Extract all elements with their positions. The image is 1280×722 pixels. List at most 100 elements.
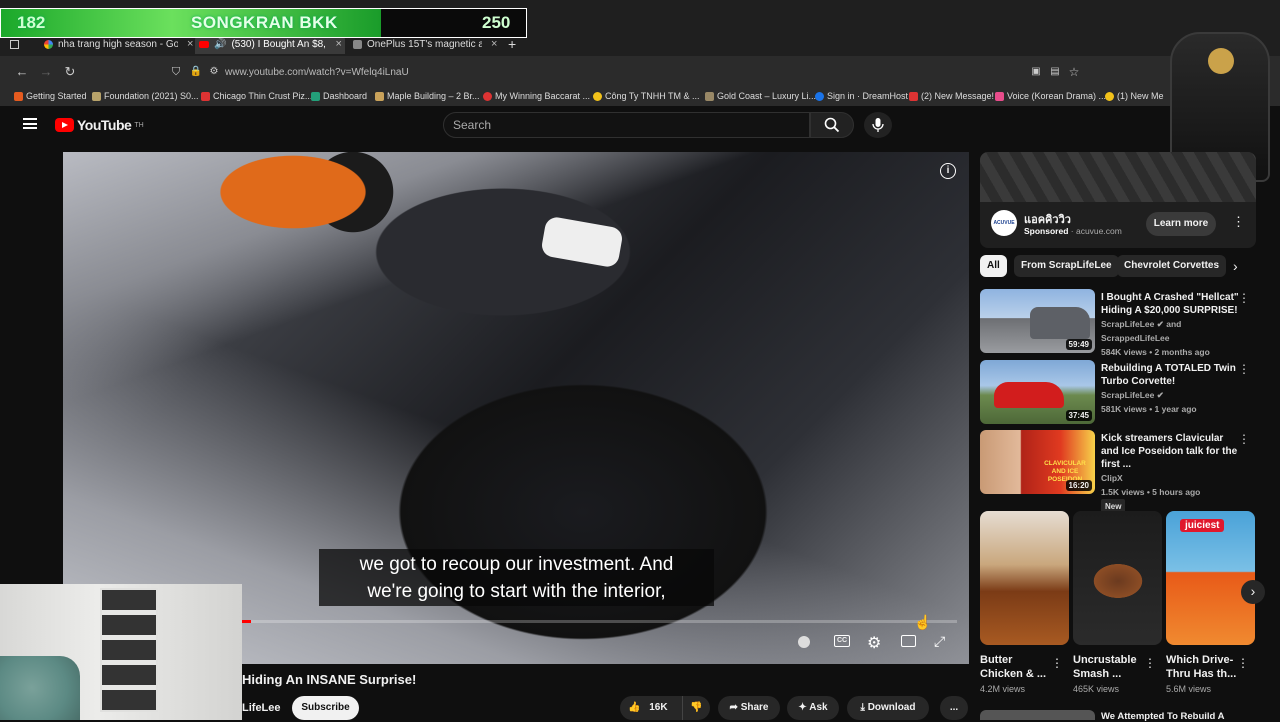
youtube-icon [199,40,209,48]
list-item[interactable]: 37:45 Rebuilding A TOTALED Twin Turbo Co… [980,360,1256,426]
reload-button[interactable]: ↻ [60,63,80,81]
bookmark-item[interactable]: Getting Started [14,91,87,101]
tab-label: OnePlus 15T's magnetic access [367,38,482,50]
youtube-logo[interactable]: YouTube TH [55,117,144,133]
short-title[interactable]: Butter Chicken & ... [980,653,1050,681]
tab-label: (530) I Bought An $8,000 C [231,38,326,50]
verified-icon: ✔ [1156,319,1164,329]
list-item[interactable]: 59:49 I Bought A Crashed "Hellcat" Hidin… [980,289,1256,357]
bookmark-item[interactable]: My Winning Baccarat ... [483,91,590,101]
channel-name[interactable]: LifeLee [242,702,281,714]
sponsored-ad-card[interactable]: ACUVUE แอคคิววิว Sponsored · acuvue.com … [980,152,1256,248]
more-options-icon[interactable]: ⋮ [1238,291,1250,305]
short-thumbnail[interactable] [1073,511,1162,645]
more-options-icon[interactable]: ⋮ [1051,656,1063,670]
bookmark-item[interactable]: Foundation (2021) S0... [92,91,199,101]
bookmark-favicon [14,91,23,101]
short-thumbnail[interactable] [980,511,1069,645]
short-title[interactable]: Which Drive-Thru Has th... [1166,653,1238,681]
video-title[interactable]: We Attempted To Rebuild A [1101,711,1225,722]
bookmark-label: Gold Coast – Luxury Li... [717,91,817,101]
voice-search-button[interactable] [864,112,892,138]
subscribe-button[interactable]: Subscribe [292,696,359,720]
like-count: 16K [649,702,668,713]
chevron-right-icon[interactable]: › [1233,258,1238,274]
settings-gear-icon[interactable]: ⚙ [867,633,881,653]
back-button[interactable]: ← [12,63,32,81]
video-title: I Bought A Crashed "Hellcat" Hiding A $2… [1101,292,1239,316]
bookmark-item[interactable]: Gold Coast – Luxury Li... [705,91,816,101]
mouse-cursor-icon: ☝ [914,614,932,630]
bookmark-item[interactable]: (2) New Message! [909,91,994,101]
more-actions-button[interactable]: ... [940,696,968,720]
thumbs-down-icon: 👎 [690,702,703,713]
bookmark-favicon [92,91,101,101]
chip-all[interactable]: All [980,255,1007,277]
bookmark-label: (2) New Message! [921,91,995,101]
fullscreen-icon[interactable]: ⤢ [934,633,945,650]
channel-name: ClipX [1101,473,1123,483]
short-title[interactable]: Uncrustable Smash ... [1073,653,1143,681]
list-item[interactable]: CLAVICULAR AND ICE POSEIDON 16:20 Kick s… [980,430,1256,514]
share-button[interactable]: ➦ Share [718,696,780,720]
youtube-wordmark: YouTube [77,117,132,133]
bookmarks-bar: Getting Started Foundation (2021) S0... … [0,88,1280,106]
forward-button[interactable]: → [36,63,56,81]
ad-menu-icon[interactable]: ⋮ [1232,214,1245,230]
close-icon[interactable]: × [187,38,193,50]
close-icon[interactable]: × [335,38,341,50]
info-icon[interactable]: i [940,163,956,179]
more-options-icon[interactable]: ⋮ [1237,656,1249,670]
bookmark-label: Công Ty TNHH TM & ... [605,91,700,101]
menu-icon[interactable] [23,118,37,129]
scoreboard-title: SONGKRAN BKK [191,13,338,32]
bookmark-item[interactable]: Sign in · DreamHost [815,91,908,101]
short-overlay-text: juiciest [1180,519,1225,532]
close-icon[interactable]: × [491,38,497,50]
tab-label: nha trang high season - Google [58,38,178,50]
video-meta: 581K views • 1 year ago [1101,404,1197,414]
ask-button[interactable]: ✦ Ask [787,696,839,720]
short-thumbnail[interactable]: juiciest [1166,511,1255,645]
verified-icon: ✔ [1156,390,1164,400]
stream-scoreboard: 182 SONGKRAN BKK 250 [0,8,527,38]
chip-from-scraplifelee[interactable]: From ScrapLifeLee [1014,255,1119,277]
dislike-button[interactable]: 👎 [682,696,710,720]
bookmark-item[interactable]: Chicago Thin Crust Piz... [201,91,312,101]
like-button[interactable]: 👍 16K [620,696,682,720]
bookmark-favicon [1105,91,1114,101]
bookmark-favicon [593,91,602,101]
bookmark-item[interactable]: Dashboard [311,91,367,101]
shorts-next-button[interactable]: › [1241,580,1265,604]
bookmark-item[interactable]: Công Ty TNHH TM & ... [593,91,700,101]
microphone-icon [872,118,884,132]
more-options-icon[interactable]: ⋮ [1238,432,1250,446]
left-score: 182 [17,13,46,32]
speaker-icon: 🔊 [214,38,227,50]
shelf-unit [100,588,158,712]
address-bar[interactable]: www.youtube.com/watch?v=Wfelq4iLnaU [163,62,1088,84]
chip-chevrolet-corvettes[interactable]: Chevrolet Corvettes [1117,255,1227,277]
captions-button[interactable]: CC [834,635,850,647]
more-options-icon[interactable]: ⋮ [1238,362,1250,376]
video-duration: 59:49 [1065,339,1092,350]
bookmark-item[interactable]: Maple Building – 2 Br... [375,91,480,101]
bookmark-label: Sign in · DreamHost [827,91,909,101]
bookmark-label: Foundation (2021) S0... [104,91,199,101]
pause-button[interactable] [798,636,810,648]
video-meta: 584K views • 2 months ago [1101,347,1210,357]
sparkle-icon: ✦ [798,702,807,713]
search-input[interactable]: Search [443,112,810,138]
search-icon [824,117,840,133]
video-caption: we got to recoup our investment. And we'… [319,549,714,606]
miniplayer-icon[interactable] [901,635,916,647]
chair-logo [1208,48,1234,74]
video-thumbnail[interactable] [980,710,1095,720]
search-button[interactable] [810,112,854,138]
google-icon [44,39,53,49]
learn-more-button[interactable]: Learn more [1146,212,1216,236]
download-button[interactable]: ⤓ Download [847,696,929,720]
bookmark-item[interactable]: Voice (Korean Drama) ... [995,91,1106,101]
more-options-icon[interactable]: ⋮ [1144,656,1156,670]
bookmark-favicon [375,91,384,101]
